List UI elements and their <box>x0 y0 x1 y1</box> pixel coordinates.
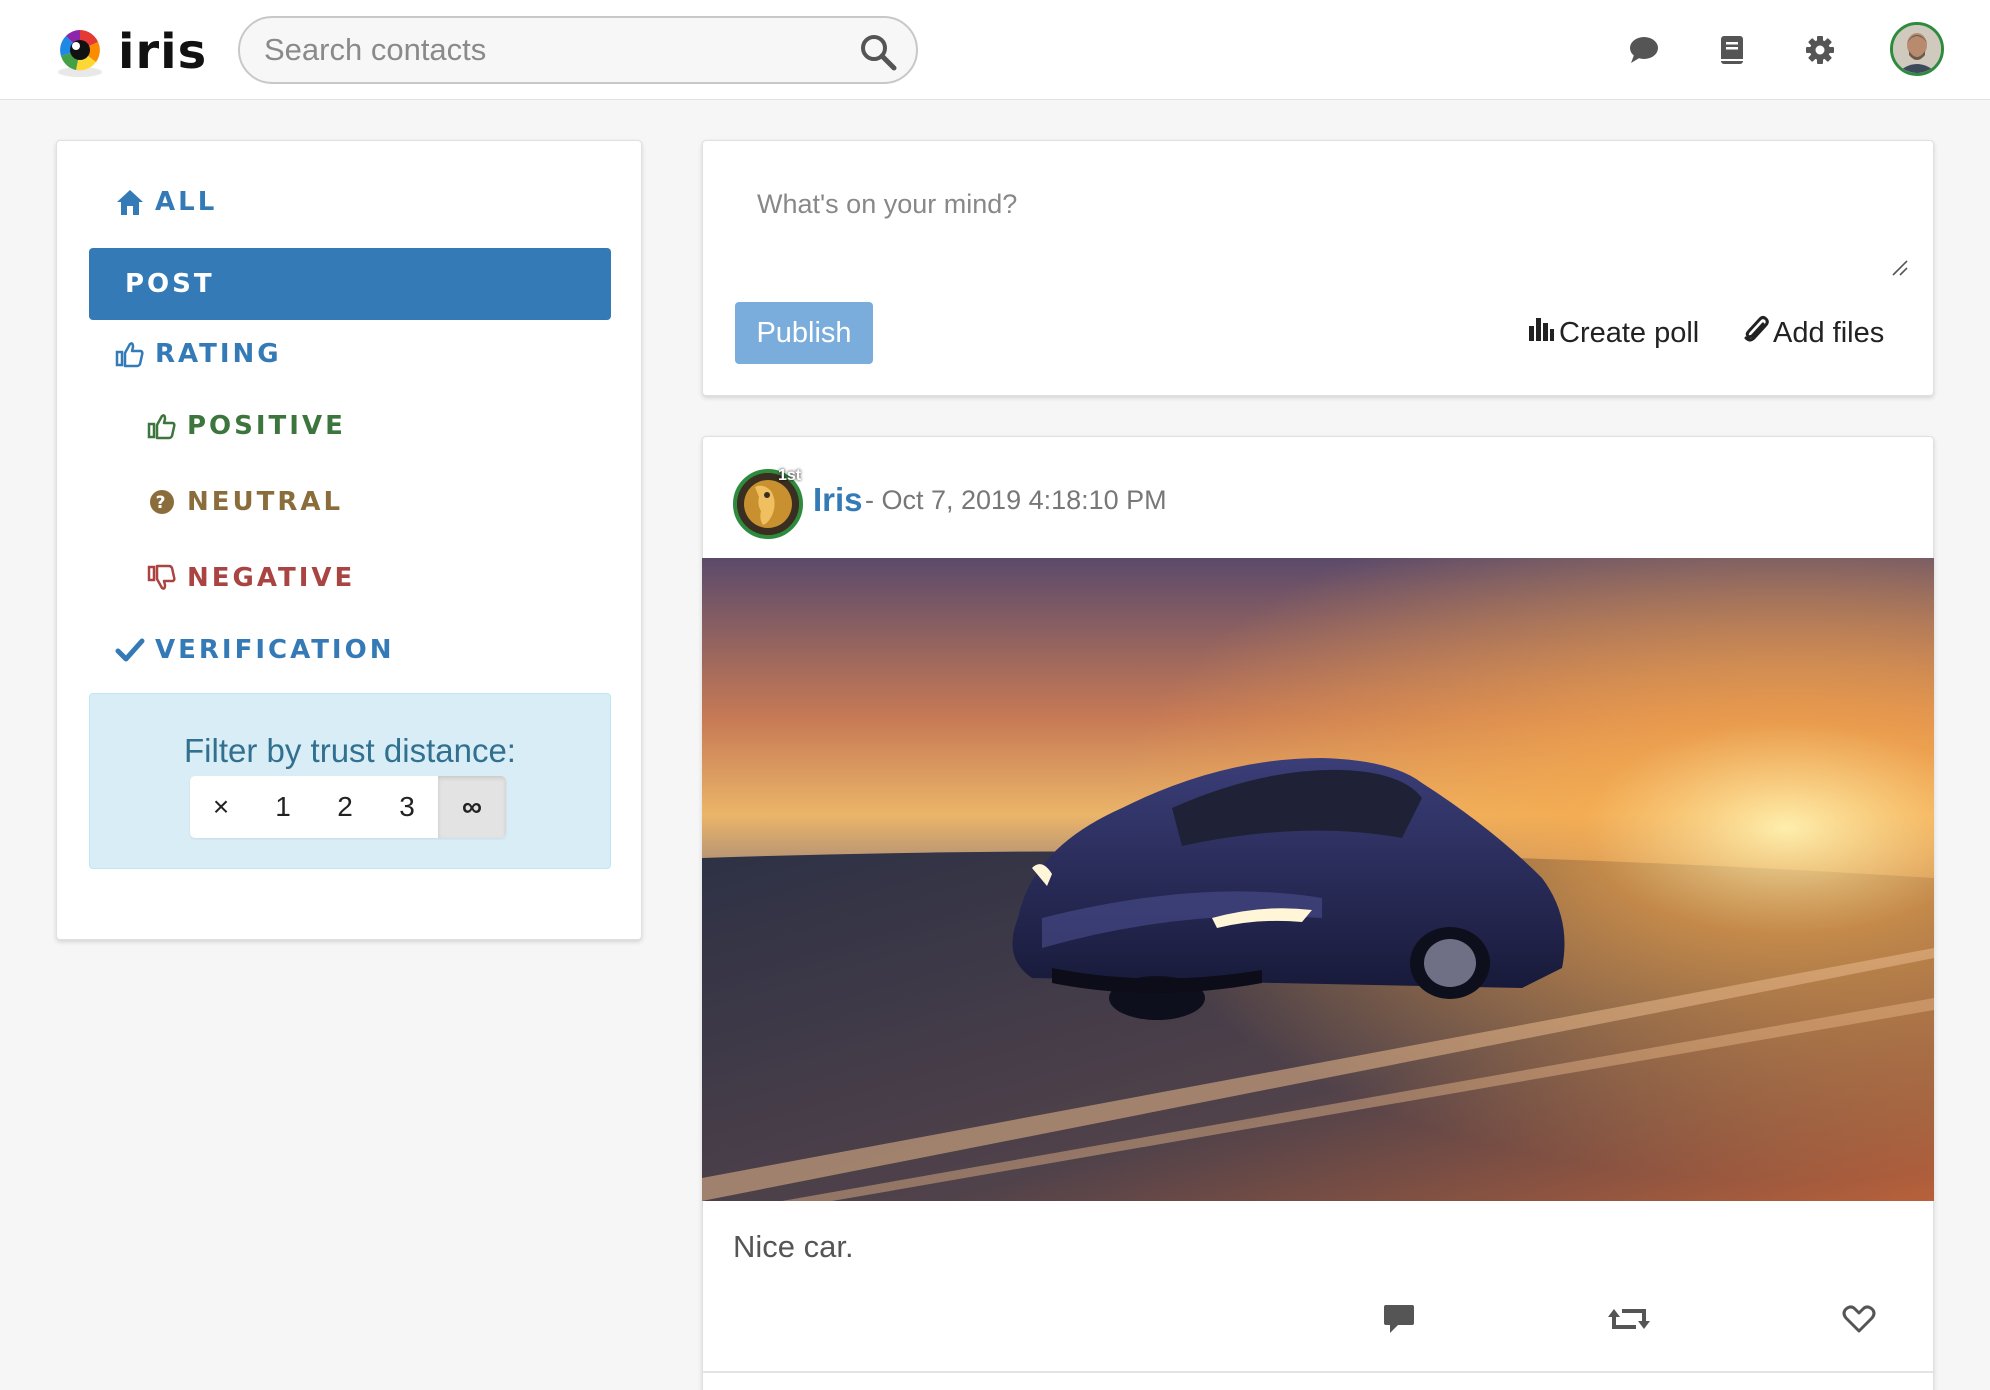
trust-degree-badge: 1st <box>778 467 802 484</box>
top-header: iris <box>0 0 1990 100</box>
heart-icon[interactable] <box>1837 1297 1881 1341</box>
eye-logo-icon <box>54 24 110 80</box>
nav-item-rating[interactable]: RATING <box>115 339 282 369</box>
thumbs-up-icon <box>115 339 145 369</box>
iris-logo[interactable]: iris <box>54 22 207 82</box>
post-timestamp: - Oct 7, 2019 4:18:10 PM <box>865 485 1167 515</box>
retweet-icon[interactable] <box>1607 1297 1651 1341</box>
paperclip-icon <box>1743 314 1773 352</box>
post-image[interactable] <box>702 558 1934 1201</box>
trust-distance-buttons: × 1 2 3 ∞ <box>190 776 506 838</box>
post-card: 1st Iris - Oct 7, 2019 4:18:10 PM Nice c… <box>702 436 1934 1390</box>
nav-item-label: ALL <box>155 187 218 217</box>
nav-item-negative[interactable]: NEGATIVE <box>147 563 355 593</box>
filter-sidebar: ALL POST RATING POSITIVE ? NEUTRAL NEGAT… <box>56 140 642 940</box>
search-input[interactable] <box>264 28 824 72</box>
trust-option-1[interactable]: 1 <box>252 776 314 838</box>
comment-icon[interactable] <box>1377 1297 1421 1341</box>
home-icon <box>115 187 145 217</box>
add-files-button[interactable]: Add files <box>1743 311 1884 355</box>
trust-option-2[interactable]: 2 <box>314 776 376 838</box>
trust-filter-label: Filter by trust distance: <box>184 732 516 769</box>
logo-text: iris <box>118 24 208 80</box>
trust-option-infinity[interactable]: ∞ <box>438 776 506 838</box>
nav-item-verification[interactable]: VERIFICATION <box>115 635 394 665</box>
create-poll-button[interactable]: Create poll <box>1527 311 1699 355</box>
resize-handle-icon[interactable] <box>1889 257 1911 279</box>
book-icon[interactable] <box>1712 30 1752 70</box>
post-text: Nice car. <box>733 1229 854 1264</box>
add-files-label: Add files <box>1773 316 1885 349</box>
nav-item-label: VERIFICATION <box>155 635 395 665</box>
search-bar <box>238 16 918 84</box>
check-icon <box>115 635 145 665</box>
trust-option-3[interactable]: 3 <box>376 776 438 838</box>
thumbs-down-icon <box>147 563 177 593</box>
nav-item-all[interactable]: ALL <box>115 187 217 217</box>
post-composer: Publish Create poll Add files <box>702 140 1934 396</box>
create-poll-label: Create poll <box>1559 316 1700 349</box>
trust-distance-filter: Filter by trust distance: × 1 2 3 ∞ <box>89 693 611 869</box>
svg-text:?: ? <box>156 493 169 513</box>
publish-button[interactable]: Publish <box>735 302 873 364</box>
nav-item-label: NEGATIVE <box>187 563 356 593</box>
nav-item-label: NEUTRAL <box>187 487 344 517</box>
thumbs-up-icon <box>147 411 177 441</box>
gear-icon[interactable] <box>1800 30 1840 70</box>
user-avatar[interactable] <box>1890 22 1944 76</box>
nav-item-neutral[interactable]: ? NEUTRAL <box>147 487 343 517</box>
chat-icon[interactable] <box>1624 30 1664 70</box>
question-circle-icon: ? <box>147 487 177 517</box>
nav-item-label: POST <box>125 269 215 299</box>
trust-option-none[interactable]: × <box>190 776 252 838</box>
post-textarea[interactable] <box>733 171 1903 283</box>
nav-item-label: POSITIVE <box>187 411 346 441</box>
search-icon[interactable] <box>858 32 898 72</box>
bar-chart-icon <box>1527 316 1559 350</box>
nav-item-label: RATING <box>155 339 282 369</box>
nav-item-positive[interactable]: POSITIVE <box>147 411 346 441</box>
nav-item-post[interactable]: POST <box>89 248 611 320</box>
post-author-name[interactable]: Iris <box>813 481 863 519</box>
post-divider <box>703 1371 1933 1373</box>
